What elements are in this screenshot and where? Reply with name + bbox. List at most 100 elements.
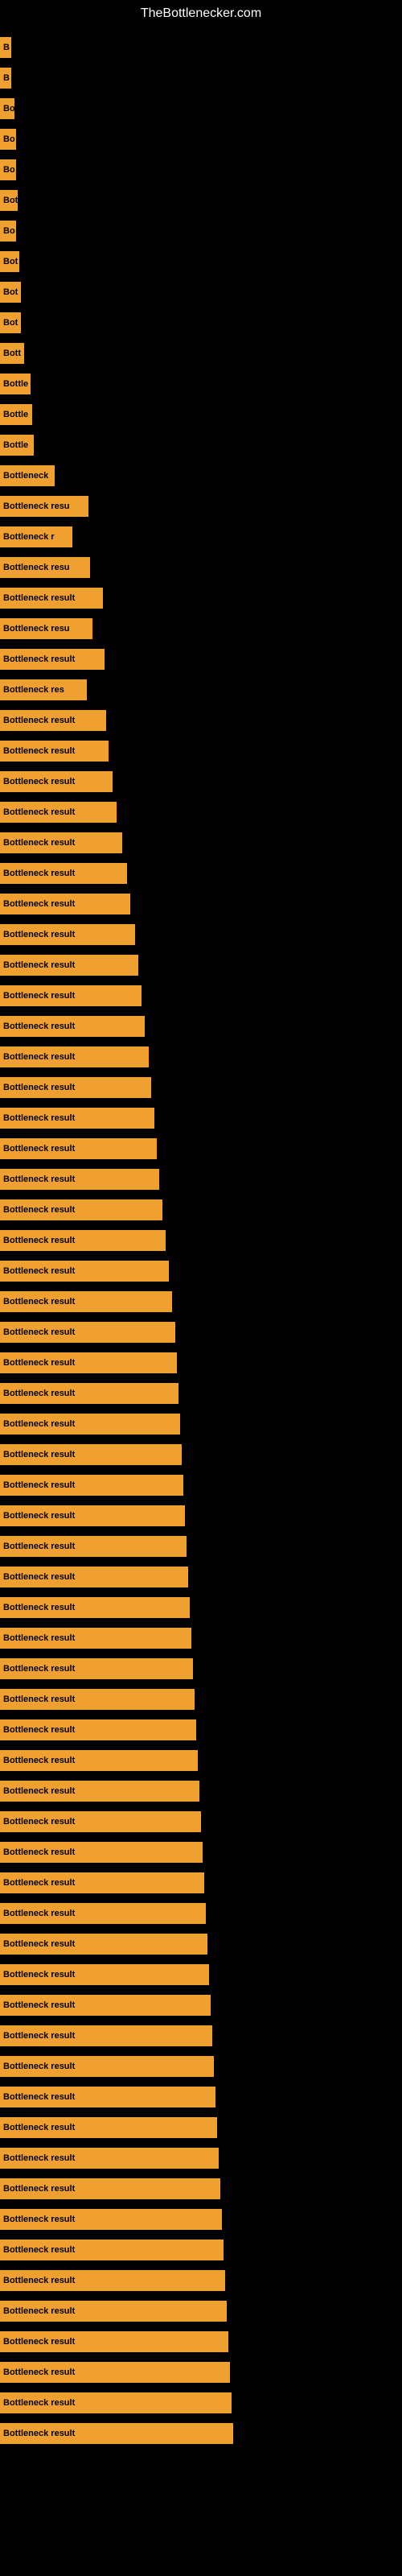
bar-label: Bo	[3, 104, 14, 114]
bar-label: Bottleneck result	[3, 1603, 75, 1612]
bar-item: Bott	[0, 343, 24, 364]
bar-row: Bottleneck result	[0, 1042, 402, 1072]
bar-item: Bottleneck result	[0, 1444, 182, 1465]
bar-item: Bottleneck resu	[0, 496, 88, 517]
bar-row: Bot	[0, 246, 402, 277]
bar-label: Bottleneck result	[3, 1970, 75, 1979]
bar-label: Bottleneck result	[3, 1511, 75, 1521]
bar-label: Bottleneck resu	[3, 624, 70, 634]
bar-item: Bottleneck result	[0, 2423, 233, 2444]
bar-item: Bot	[0, 251, 19, 272]
bar-label: Bot	[3, 287, 18, 297]
bar-item: Bottleneck result	[0, 1108, 154, 1129]
bar-item: Bottleneck result	[0, 1199, 162, 1220]
bar-label: B	[3, 73, 10, 83]
bar-item: Bottleneck result	[0, 771, 113, 792]
bar-row: Bottleneck resu	[0, 552, 402, 583]
bar-label: Bottleneck result	[3, 2215, 75, 2224]
bar-label: Bottleneck result	[3, 1480, 75, 1490]
bar-label: Bottleneck result	[3, 1327, 75, 1337]
bar-row: Bottleneck result	[0, 1501, 402, 1531]
bar-item: Bottleneck result	[0, 1719, 196, 1740]
bar-row: Bottleneck result	[0, 1011, 402, 1042]
bar-item: Bottle	[0, 404, 32, 425]
bar-label: Bottleneck result	[3, 1052, 75, 1062]
bar-row: Bottleneck result	[0, 1317, 402, 1348]
bar-row: Bottleneck result	[0, 1592, 402, 1623]
bar-label: Bottle	[3, 410, 28, 419]
bar-row: Bottleneck result	[0, 1531, 402, 1562]
bar-item: Bottleneck result	[0, 1291, 172, 1312]
bar-label: Bottleneck result	[3, 1083, 75, 1092]
bar-row: Bot	[0, 185, 402, 216]
bar-row: Bottleneck result	[0, 1164, 402, 1195]
bar-row: Bottleneck result	[0, 1256, 402, 1286]
bar-item: Bottleneck result	[0, 2056, 214, 2077]
bar-label: Bottleneck result	[3, 2398, 75, 2408]
bar-label: Bottleneck result	[3, 1572, 75, 1582]
bar-row: Bottle	[0, 369, 402, 399]
bar-item: Bottleneck result	[0, 1750, 198, 1771]
bar-item: Bot	[0, 282, 21, 303]
bar-label: Bottleneck result	[3, 2184, 75, 2194]
bar-item: Bottleneck result	[0, 2362, 230, 2383]
bar-item: Bottleneck r	[0, 526, 72, 547]
bar-item: Bottleneck result	[0, 985, 142, 1006]
bar-row: Bottleneck result	[0, 797, 402, 828]
bar-item: Bottleneck result	[0, 710, 106, 731]
bar-label: Bottleneck result	[3, 1174, 75, 1184]
bar-item: Bot	[0, 312, 21, 333]
bar-row: Bottleneck result	[0, 1653, 402, 1684]
bar-row: Bottleneck result	[0, 2112, 402, 2143]
bar-row: Bottleneck result	[0, 1837, 402, 1868]
bar-label: Bot	[3, 196, 18, 205]
bar-label: Bottleneck result	[3, 2276, 75, 2285]
bar-row: Bottleneck result	[0, 1562, 402, 1592]
bar-row: Bottleneck result	[0, 919, 402, 950]
bar-item: Bottleneck result	[0, 1811, 201, 1832]
bar-row: Bottleneck result	[0, 2174, 402, 2204]
bar-item: B	[0, 37, 11, 58]
bar-label: Bottleneck result	[3, 2062, 75, 2071]
bar-row: Bot	[0, 277, 402, 308]
bar-item: Bottleneck result	[0, 1995, 211, 2016]
site-title: TheBottlenecker.com	[0, 0, 402, 24]
bar-label: Bottleneck result	[3, 716, 75, 725]
bar-row: Bottleneck result	[0, 2388, 402, 2418]
bar-label: Bo	[3, 134, 15, 144]
bar-item: Bottleneck result	[0, 1138, 157, 1159]
bar-label: Bottleneck r	[3, 532, 55, 542]
bar-row: Bottleneck result	[0, 1103, 402, 1133]
bar-item: Bottle	[0, 374, 31, 394]
bar-item: Bottleneck result	[0, 1658, 193, 1679]
bar-row: Bottleneck resu	[0, 491, 402, 522]
bar-item: Bo	[0, 98, 14, 119]
bar-label: Bottleneck result	[3, 2031, 75, 2041]
bar-item: Bottleneck result	[0, 1169, 159, 1190]
bar-row: Bottleneck result	[0, 644, 402, 675]
bar-label: Bottleneck result	[3, 1909, 75, 1918]
bar-item: Bottleneck result	[0, 1077, 151, 1098]
bar-item: Bottleneck result	[0, 741, 109, 762]
bar-row: Bottleneck result	[0, 2326, 402, 2357]
bar-item: Bottleneck	[0, 465, 55, 486]
bar-row: Bottleneck result	[0, 1990, 402, 2021]
bar-row: Bottleneck result	[0, 1868, 402, 1898]
bar-item: Bottleneck result	[0, 2209, 222, 2230]
bar-label: Bottleneck result	[3, 1113, 75, 1123]
bar-item: Bottleneck result	[0, 588, 103, 609]
bar-item: Bottleneck result	[0, 2392, 232, 2413]
bar-row: Bottleneck result	[0, 980, 402, 1011]
bar-label: Bottleneck result	[3, 1419, 75, 1429]
bar-row: Bottleneck result	[0, 766, 402, 797]
bar-item: B	[0, 68, 11, 89]
bar-item: Bottleneck result	[0, 1597, 190, 1618]
bar-label: Bottleneck result	[3, 1358, 75, 1368]
bar-row: Bo	[0, 216, 402, 246]
bar-item: Bottleneck result	[0, 1414, 180, 1435]
bar-item: Bottleneck result	[0, 1230, 166, 1251]
bar-label: Bottleneck result	[3, 1297, 75, 1307]
bar-label: Bottle	[3, 440, 28, 450]
bar-label: Bottleneck result	[3, 1756, 75, 1765]
bar-label: Bottleneck result	[3, 1695, 75, 1704]
